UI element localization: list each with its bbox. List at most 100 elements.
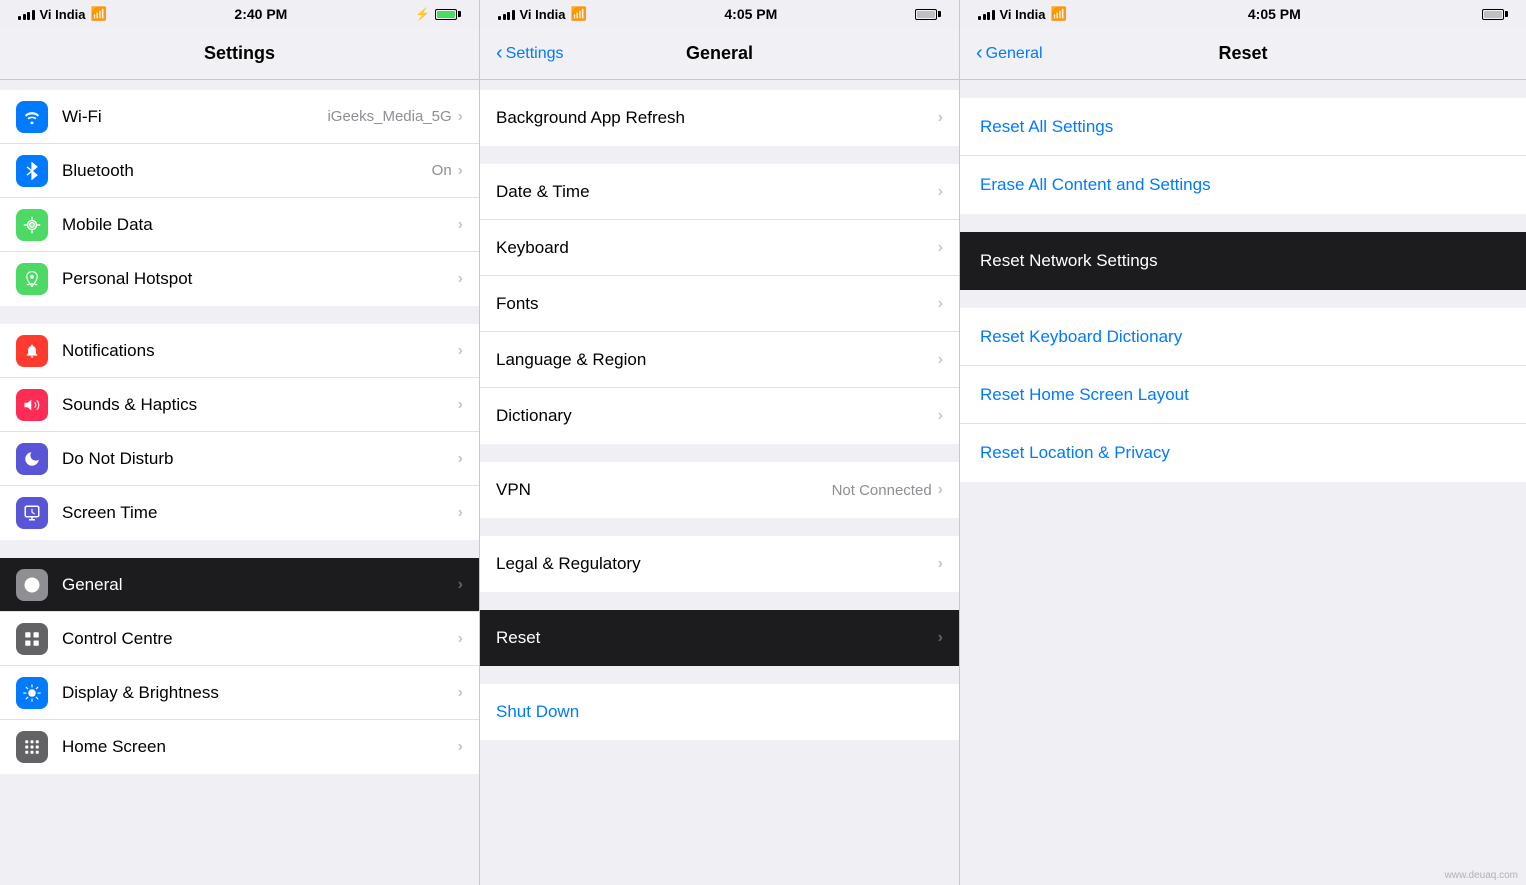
battery-icon-mid [915, 9, 941, 20]
dictionary-chevron: › [938, 407, 943, 425]
fonts-label: Fonts [496, 294, 938, 314]
panel-right-content[interactable]: Reset All Settings Erase All Content and… [960, 80, 1526, 885]
bluetooth-icon [16, 155, 48, 187]
nav-bar-middle: ‹ Settings General [480, 28, 959, 80]
screentime-icon [16, 497, 48, 529]
wifi-icon-mid: 📶 [571, 6, 587, 22]
status-bar-middle: Vi India 📶 4:05 PM [480, 0, 959, 28]
dnd-row[interactable]: Do Not Disturb › [0, 432, 479, 486]
reset-location-row[interactable]: Reset Location & Privacy [960, 424, 1526, 482]
nav-bar-left: Settings [0, 28, 479, 80]
sep-mid1 [480, 146, 959, 164]
erase-all-row[interactable]: Erase All Content and Settings [960, 156, 1526, 214]
language-row[interactable]: Language & Region › [480, 332, 959, 388]
carrier-right: Vi India [1000, 7, 1046, 22]
nav-bar-right: ‹ General Reset [960, 28, 1526, 80]
bg-refresh-group: Background App Refresh › [480, 90, 959, 146]
sounds-label: Sounds & Haptics [62, 395, 458, 415]
sep1 [0, 306, 479, 324]
home-row[interactable]: Home Screen › [0, 720, 479, 774]
bluetooth-label: Bluetooth [62, 161, 432, 181]
sep2 [0, 540, 479, 558]
system-group: Notifications › Sounds & Haptics › [0, 324, 479, 540]
hotspot-chevron: › [458, 270, 463, 288]
panel-left-content[interactable]: Wi-Fi iGeeks_Media_5G › Bluetooth On › [0, 80, 479, 885]
dnd-label: Do Not Disturb [62, 449, 458, 469]
status-left-right: Vi India 📶 [978, 6, 1067, 22]
legal-row[interactable]: Legal & Regulatory › [480, 536, 959, 592]
screentime-row[interactable]: Screen Time › [0, 486, 479, 540]
notifications-row[interactable]: Notifications › [0, 324, 479, 378]
control-row[interactable]: Control Centre › [0, 612, 479, 666]
reset-network-row[interactable]: Reset Network Settings [960, 232, 1526, 290]
bg-refresh-chevron: › [938, 109, 943, 127]
back-chevron-right: ‹ [976, 42, 983, 65]
reset-home-label: Reset Home Screen Layout [980, 385, 1189, 405]
reset-all-row[interactable]: Reset All Settings [960, 98, 1526, 156]
back-button-middle[interactable]: ‹ Settings [496, 42, 563, 65]
reset-network-label: Reset Network Settings [980, 251, 1158, 271]
reset-top-group: Reset All Settings Erase All Content and… [960, 98, 1526, 214]
status-left-mid: Vi India 📶 [498, 6, 587, 22]
screentime-label: Screen Time [62, 503, 458, 523]
reset-keyboard-row[interactable]: Reset Keyboard Dictionary [960, 308, 1526, 366]
bluetooth-row[interactable]: Bluetooth On › [0, 144, 479, 198]
sep-mid2 [480, 444, 959, 462]
time-right: 4:05 PM [1248, 6, 1301, 22]
control-label: Control Centre [62, 629, 458, 649]
vpn-group: VPN Not Connected › [480, 462, 959, 518]
reset-network-group: Reset Network Settings [960, 232, 1526, 290]
language-chevron: › [938, 351, 943, 369]
reset-home-row[interactable]: Reset Home Screen Layout [960, 366, 1526, 424]
mobile-row[interactable]: Mobile Data › [0, 198, 479, 252]
notifications-icon [16, 335, 48, 367]
reset-label-mid: Reset [496, 628, 938, 648]
hotspot-row[interactable]: Personal Hotspot › [0, 252, 479, 306]
status-right-mid [915, 9, 941, 20]
sep-mid6 [480, 740, 959, 758]
dnd-icon [16, 443, 48, 475]
status-bar-left: Vi India 📶 2:40 PM ⚡ [0, 0, 479, 28]
nav-title-right: Reset [1218, 43, 1267, 64]
date-time-label: Date & Time [496, 182, 938, 202]
dictionary-label: Dictionary [496, 406, 938, 426]
shutdown-label: Shut Down [496, 702, 943, 722]
display-label: Display & Brightness [62, 683, 458, 703]
date-time-row[interactable]: Date & Time › [480, 164, 959, 220]
vpn-row[interactable]: VPN Not Connected › [480, 462, 959, 518]
panel-middle-content[interactable]: Background App Refresh › Date & Time › K… [480, 80, 959, 885]
panel-middle: Vi India 📶 4:05 PM ‹ Settings General Ba… [480, 0, 960, 885]
general-row[interactable]: General › [0, 558, 479, 612]
home-icon [16, 731, 48, 763]
sep-mid3 [480, 518, 959, 536]
sounds-row[interactable]: Sounds & Haptics › [0, 378, 479, 432]
signal-icon [18, 8, 35, 20]
wifi-row[interactable]: Wi-Fi iGeeks_Media_5G › [0, 90, 479, 144]
fonts-row[interactable]: Fonts › [480, 276, 959, 332]
sounds-icon [16, 389, 48, 421]
hotspot-icon [16, 263, 48, 295]
signal-icon-right [978, 8, 995, 20]
date-time-chevron: › [938, 183, 943, 201]
keyboard-chevron: › [938, 239, 943, 257]
reset-location-label: Reset Location & Privacy [980, 443, 1170, 463]
shutdown-row[interactable]: Shut Down [480, 684, 959, 740]
panel-right: Vi India 📶 4:05 PM ‹ General Reset Reset… [960, 0, 1526, 885]
keyboard-row[interactable]: Keyboard › [480, 220, 959, 276]
sep-right2 [960, 290, 1526, 308]
status-left: Vi India 📶 [18, 6, 107, 22]
status-right-left: ⚡ [415, 7, 461, 21]
dnd-chevron: › [458, 450, 463, 468]
vpn-value: Not Connected [832, 482, 932, 499]
reset-row-mid[interactable]: Reset › [480, 610, 959, 666]
reset-others-group: Reset Keyboard Dictionary Reset Home Scr… [960, 308, 1526, 482]
dictionary-row[interactable]: Dictionary › [480, 388, 959, 444]
wifi-value: iGeeks_Media_5G [327, 108, 451, 125]
display-icon [16, 677, 48, 709]
charging-icon: ⚡ [415, 7, 430, 21]
reset-all-label: Reset All Settings [980, 117, 1113, 137]
display-row[interactable]: Display & Brightness › [0, 666, 479, 720]
bg-refresh-row[interactable]: Background App Refresh › [480, 90, 959, 146]
back-button-right[interactable]: ‹ General [976, 42, 1043, 65]
carrier-left: Vi India [40, 7, 86, 22]
